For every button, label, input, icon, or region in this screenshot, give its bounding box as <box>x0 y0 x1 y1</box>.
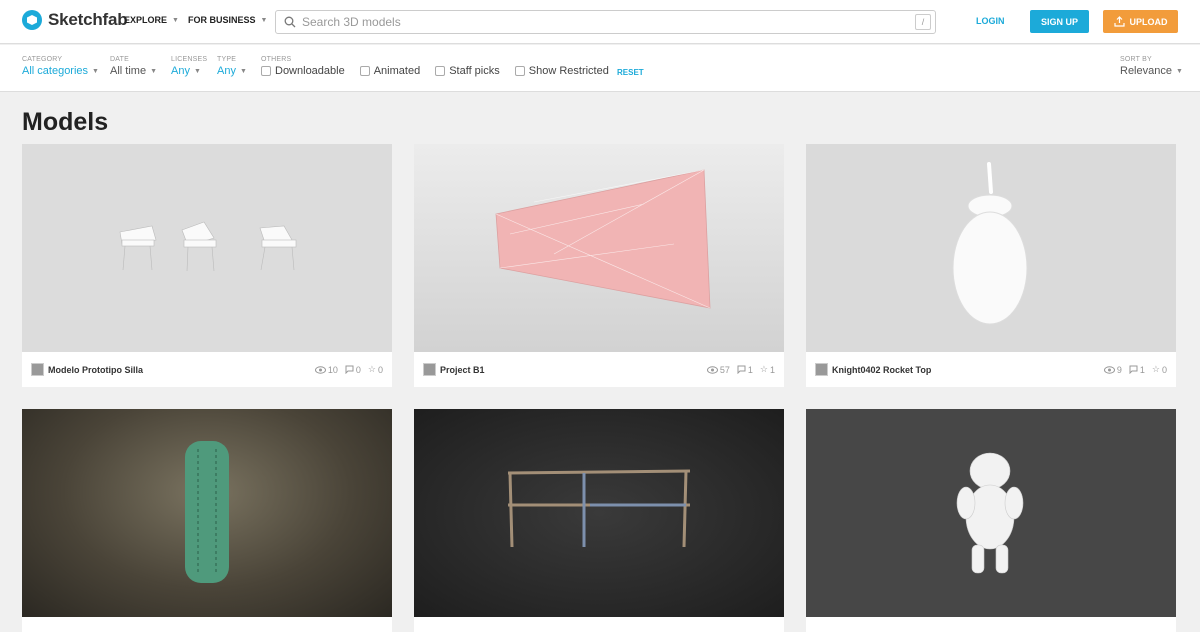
chevron-down-icon: ▼ <box>239 67 247 75</box>
star-icon: ☆ <box>367 364 376 374</box>
others-checkboxes: Downloadable Animated Staff picks Show R… <box>261 65 609 77</box>
model-card[interactable] <box>414 409 784 632</box>
others-filter-label: OTHERS <box>261 56 292 63</box>
star-icon: ☆ <box>1151 364 1160 374</box>
view-count: 9 <box>1116 364 1122 375</box>
model-thumbnail[interactable] <box>22 409 392 617</box>
sort-select[interactable]: SORT BY Relevance ▼ <box>1120 56 1183 77</box>
like-count: 0 <box>377 364 383 375</box>
type-filter[interactable]: TYPE Any ▼ <box>217 56 247 77</box>
robot-figure-preview-image <box>956 452 1024 574</box>
like-count: 0 <box>1161 364 1167 375</box>
rocket-top-preview-image <box>952 162 1028 325</box>
comment-count: 1 <box>1139 364 1145 375</box>
chevron-down-icon: ▼ <box>150 67 157 75</box>
view-count: 57 <box>719 364 730 375</box>
signup-button[interactable]: SIGN UP <box>1030 10 1089 33</box>
comment-count: 1 <box>747 364 753 375</box>
chevron-down-icon: ▼ <box>1175 67 1183 75</box>
sketchfab-logo-icon <box>22 10 42 30</box>
comment-icon <box>345 365 354 374</box>
model-name[interactable]: Project B1 <box>440 365 707 375</box>
chevron-down-icon: ▼ <box>260 16 268 24</box>
chevron-down-icon: ▼ <box>193 67 201 75</box>
model-thumbnail[interactable] <box>806 144 1176 352</box>
comment-icon <box>737 365 746 374</box>
model-name[interactable]: Knight0402 Rocket Top <box>832 365 1104 375</box>
model-thumbnail[interactable] <box>414 409 784 617</box>
model-thumbnail[interactable] <box>22 144 392 352</box>
upload-button[interactable]: UPLOAD <box>1103 10 1178 33</box>
search-bar[interactable]: / <box>275 10 936 34</box>
eye-icon <box>1103 365 1115 374</box>
model-card[interactable] <box>806 409 1176 632</box>
avatar[interactable] <box>31 363 44 376</box>
reset-button[interactable]: RESET <box>617 68 644 77</box>
model-thumbnail[interactable] <box>414 144 784 352</box>
animated-checkbox[interactable]: Animated <box>359 65 420 77</box>
comment-count: 0 <box>355 364 361 375</box>
model-card[interactable]: Knight0402 Rocket Top 9 1 ☆ 0 <box>806 144 1176 387</box>
model-card[interactable] <box>22 409 392 632</box>
like-count: 1 <box>769 364 775 375</box>
logo[interactable]: Sketchfab <box>22 10 128 30</box>
model-card[interactable]: Project B1 57 1 ☆ 1 <box>414 144 784 387</box>
date-filter[interactable]: DATE All time ▼ <box>110 56 157 77</box>
upload-icon <box>1113 16 1125 27</box>
star-icon: ☆ <box>759 364 768 374</box>
page-title: Models <box>22 108 109 136</box>
eye-icon <box>706 365 718 374</box>
crystal-shape-preview-image <box>495 169 711 309</box>
shelf-preview-image <box>507 469 691 548</box>
top-header: Sketchfab EXPLORE▼ FOR BUSINESS▼ / LOGIN… <box>0 0 1200 44</box>
tire-preview-image <box>185 441 229 583</box>
avatar[interactable] <box>815 363 828 376</box>
model-name[interactable]: Modelo Prototipo Silla <box>48 365 315 375</box>
brand-name: Sketchfab <box>48 10 128 29</box>
search-input[interactable] <box>302 15 902 29</box>
model-thumbnail[interactable] <box>806 409 1176 617</box>
chevron-down-icon: ▼ <box>92 67 99 75</box>
eye-icon <box>314 365 326 374</box>
login-link[interactable]: LOGIN <box>976 16 1005 26</box>
nav-explore[interactable]: EXPLORE ▼ <box>124 15 179 25</box>
chairs-preview-image <box>119 221 297 272</box>
view-count: 10 <box>327 364 338 375</box>
nav-for-business[interactable]: FOR BUSINESS ▼ <box>188 15 267 25</box>
filter-bar: CATEGORY All categories ▼ DATE All time ▼ … <box>0 45 1200 92</box>
licenses-filter[interactable]: LICENSES Any ▼ <box>171 56 207 77</box>
show-restricted-checkbox[interactable]: Show Restricted <box>514 65 609 77</box>
comment-icon <box>1129 365 1138 374</box>
downloadable-checkbox[interactable]: Downloadable <box>261 65 345 77</box>
search-shortcut-key: / <box>915 14 931 30</box>
chevron-down-icon: ▼ <box>172 16 179 24</box>
avatar[interactable] <box>423 363 436 376</box>
model-card[interactable]: Modelo Prototipo Silla 10 0 ☆ 0 <box>22 144 392 387</box>
staff-picks-checkbox[interactable]: Staff picks <box>435 65 500 77</box>
category-filter[interactable]: CATEGORY All categories ▼ <box>22 56 99 77</box>
search-icon <box>284 16 296 28</box>
